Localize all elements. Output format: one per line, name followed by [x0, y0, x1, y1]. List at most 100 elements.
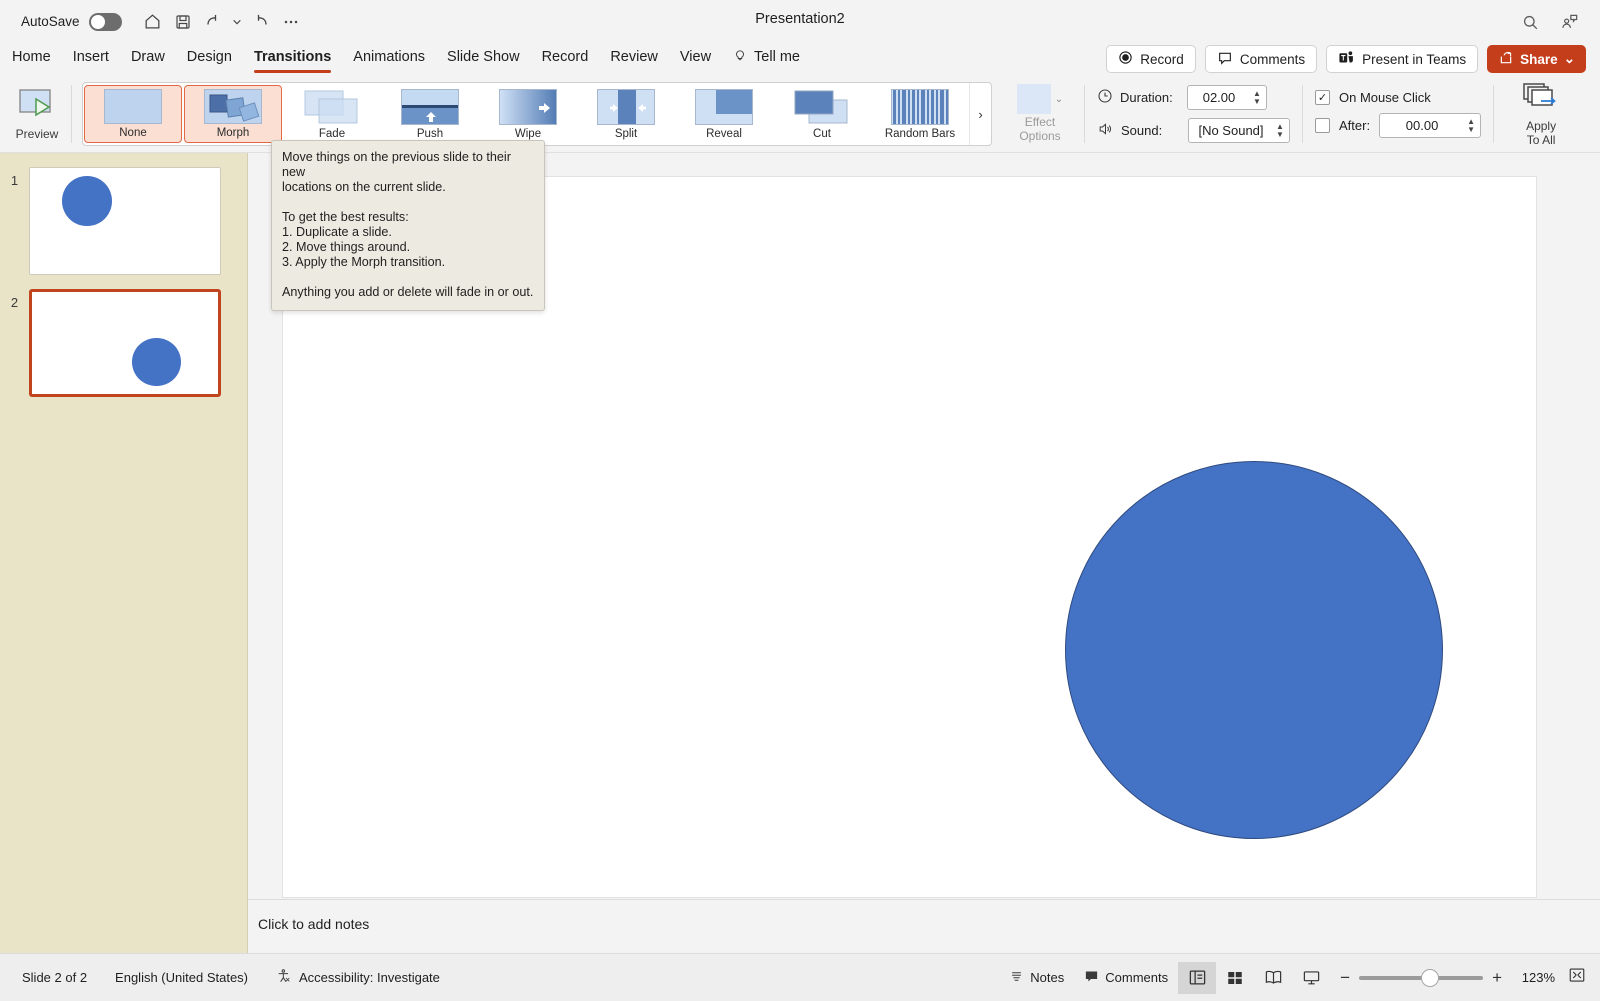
transition-push[interactable]: Push — [381, 83, 479, 145]
transition-morph[interactable]: Morph — [184, 85, 282, 143]
transition-split[interactable]: Split — [577, 83, 675, 145]
transition-label-random-bars: Cut — [813, 128, 831, 140]
notes-pane[interactable]: Click to add notes — [248, 899, 1600, 953]
gallery-scroll-right-icon[interactable]: › — [969, 83, 991, 145]
tab-record[interactable]: Record — [542, 49, 589, 69]
advance-slide-group: ✓ On Mouse Click After: ▲▼ — [1303, 76, 1493, 152]
sound-input[interactable] — [1189, 119, 1273, 142]
transition-thumb-random-bars — [891, 89, 949, 125]
accessibility-icon — [276, 968, 292, 987]
transition-thumb-none — [104, 89, 162, 124]
title-bar-right-icons — [1514, 8, 1586, 36]
slide-show-view-button[interactable] — [1292, 962, 1330, 994]
transition-label-split: Split — [615, 128, 637, 140]
zoom-in-button[interactable]: + — [1492, 968, 1502, 988]
chevron-down-icon[interactable]: ⌄ — [1055, 94, 1063, 105]
on-mouse-click-checkbox[interactable]: ✓ On Mouse Click — [1315, 90, 1481, 105]
zoom-slider-handle[interactable] — [1421, 969, 1439, 987]
accessibility-status[interactable]: Accessibility: Investigate — [276, 968, 440, 987]
transition-thumb-fade — [303, 89, 361, 125]
tab-view[interactable]: View — [680, 49, 711, 69]
normal-view-button[interactable] — [1178, 962, 1216, 994]
transition-none[interactable]: None — [84, 85, 182, 143]
tab-insert[interactable]: Insert — [73, 49, 109, 69]
transition-thumb-cut — [793, 89, 851, 125]
transition-label-morph: Morph — [217, 127, 250, 139]
tooltip-footer: Anything you add or delete will fade in … — [282, 285, 534, 300]
powerpoint-window: AutoSave Presentation2 — [0, 0, 1600, 1001]
comment-bubble-icon — [1084, 969, 1099, 987]
lightbulb-icon — [733, 48, 747, 66]
slide-preview-1[interactable] — [29, 167, 221, 275]
title-bar: AutoSave Presentation2 — [0, 0, 1600, 43]
zoom-control[interactable]: − + 123% — [1340, 966, 1586, 989]
fit-to-window-icon[interactable] — [1568, 966, 1586, 989]
transition-random-bars[interactable]: Random Bars — [871, 83, 969, 145]
after-checkbox-row[interactable]: After: ▲▼ — [1315, 113, 1481, 138]
tab-review[interactable]: Review — [610, 49, 658, 69]
duration-input[interactable] — [1188, 86, 1250, 109]
transition-wipe[interactable]: Wipe — [479, 83, 577, 145]
comments-button[interactable]: Comments — [1205, 45, 1317, 73]
duration-stepper[interactable]: ▲▼ — [1187, 85, 1267, 110]
after-spinner-arrows[interactable]: ▲▼ — [1464, 118, 1480, 134]
slide-thumbnail-pane[interactable]: 1 2 — [0, 153, 248, 953]
apply-to-all-button[interactable]: Apply To All — [1504, 76, 1578, 152]
tell-me-search[interactable]: Tell me — [733, 48, 800, 70]
share-caret-icon[interactable]: ⌄ — [1564, 51, 1575, 67]
slide-indicator[interactable]: Slide 2 of 2 — [22, 970, 87, 985]
reading-view-button[interactable] — [1254, 962, 1292, 994]
apply-to-all-label-line2: To All — [1527, 133, 1556, 147]
transition-fade[interactable]: Fade — [283, 83, 381, 145]
notes-toggle-button[interactable]: Notes — [999, 963, 1074, 993]
slide-2-circle-shape — [132, 338, 180, 386]
tab-design[interactable]: Design — [187, 49, 232, 69]
circle-shape[interactable] — [1065, 461, 1443, 839]
transition-reveal[interactable]: Reveal — [675, 83, 773, 145]
after-input[interactable] — [1380, 114, 1464, 137]
sound-select[interactable]: ▲▼ — [1188, 118, 1290, 143]
record-button[interactable]: Record — [1106, 45, 1196, 73]
ribbon-action-buttons: Record Comments Present in Teams Share ⌄ — [1106, 45, 1586, 73]
checkbox-unchecked-icon[interactable] — [1315, 118, 1330, 133]
share-button[interactable]: Share ⌄ — [1487, 45, 1586, 73]
notes-placeholder[interactable]: Click to add notes — [248, 900, 1600, 932]
comments-toggle-button[interactable]: Comments — [1074, 963, 1178, 993]
slide-thumbnail-1[interactable]: 1 — [0, 167, 247, 275]
tab-home[interactable]: Home — [12, 49, 51, 69]
transition-cut[interactable]: Cut — [773, 83, 871, 145]
tooltip-line-1: Move things on the previous slide to the… — [282, 150, 534, 180]
transition-thumb-split — [597, 89, 655, 125]
slide-thumbnail-2[interactable]: 2 — [0, 289, 247, 397]
zoom-slider[interactable] — [1359, 976, 1483, 980]
on-mouse-click-label: On Mouse Click — [1339, 90, 1431, 105]
transitions-ribbon: Preview None Morph — [0, 76, 1600, 153]
effect-options-icon — [1017, 84, 1051, 114]
ribbon-divider-4 — [1493, 85, 1494, 143]
slide-number-2: 2 — [0, 289, 29, 310]
effect-options-button[interactable]: ⌄ Effect Options — [1004, 76, 1076, 152]
search-icon[interactable] — [1514, 8, 1546, 36]
after-stepper[interactable]: ▲▼ — [1379, 113, 1481, 138]
present-in-teams-button[interactable]: Present in Teams — [1326, 45, 1478, 73]
sound-spinner-arrows[interactable]: ▲▼ — [1273, 123, 1289, 139]
collaborators-icon[interactable] — [1554, 8, 1586, 36]
preview-button[interactable]: Preview — [3, 76, 71, 152]
transition-label-none: None — [119, 127, 147, 139]
slide-preview-2[interactable] — [29, 289, 221, 397]
ribbon-divider — [71, 85, 72, 143]
record-circle-icon — [1118, 50, 1133, 68]
effect-options-label-line2: Options — [1019, 129, 1060, 143]
tab-slide-show[interactable]: Slide Show — [447, 49, 520, 69]
tab-animations[interactable]: Animations — [353, 49, 425, 69]
tab-draw[interactable]: Draw — [131, 49, 165, 69]
share-button-label: Share — [1520, 52, 1558, 67]
duration-spinner-arrows[interactable]: ▲▼ — [1250, 90, 1266, 106]
tooltip-body-title: To get the best results: — [282, 210, 534, 225]
zoom-out-button[interactable]: − — [1340, 968, 1350, 988]
slide-sorter-view-button[interactable] — [1216, 962, 1254, 994]
checkbox-checked-icon[interactable]: ✓ — [1315, 90, 1330, 105]
speaker-icon — [1097, 121, 1114, 140]
tab-transitions[interactable]: Transitions — [254, 49, 331, 69]
language-indicator[interactable]: English (United States) — [115, 970, 248, 985]
